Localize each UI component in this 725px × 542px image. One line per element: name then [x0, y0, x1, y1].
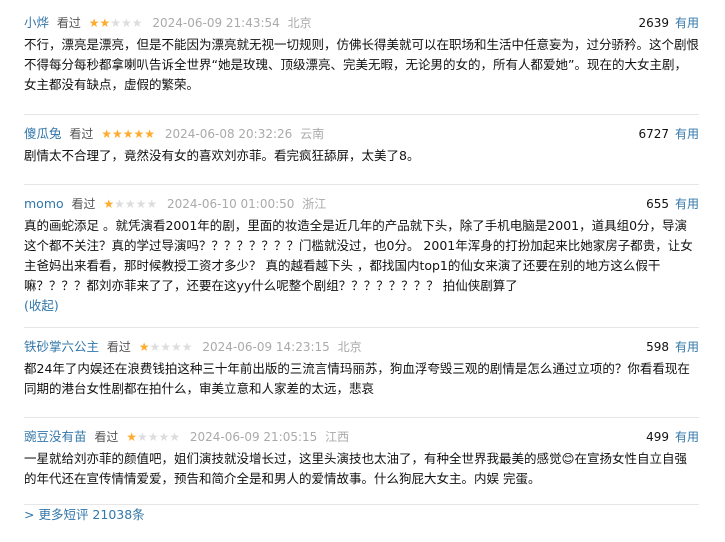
review-content: 真的画蛇添足 。就凭演看2001年的剧，里面的妆造全是近几年的产品就下头，除了手…: [24, 218, 693, 293]
star-empty-icon: ★: [169, 430, 181, 444]
review-meta: momo 看过 ★★★★★ 2024-06-10 01:00:50 浙江 655…: [24, 195, 699, 213]
review-meta: 傻瓜兔 看过 ★★★★★ 2024-06-08 20:32:26 云南 6727…: [24, 125, 699, 143]
vote-area: 6727 有用: [638, 125, 699, 143]
reviewer-name[interactable]: 豌豆没有苗: [24, 429, 87, 444]
review-location: 北京: [287, 16, 312, 30]
star-empty-icon: ★: [131, 16, 143, 30]
star-filled-icon: ★: [101, 127, 112, 141]
watched-label: 看过: [56, 16, 81, 30]
vote-area: 499 有用: [646, 428, 699, 446]
review-item: 小烨 看过 ★★★★★ 2024-06-09 21:43:54 北京 2639 有…: [24, 0, 699, 115]
review-item: 铁砂掌六公主 看过 ★★★★★ 2024-06-09 14:23:15 北京 5…: [24, 328, 699, 418]
star-filled-icon: ★: [133, 127, 145, 141]
star-empty-icon: ★: [160, 340, 171, 354]
watched-label: 看过: [94, 430, 119, 444]
star-filled-icon: ★: [88, 16, 100, 30]
rating-stars: ★★★★★: [89, 14, 143, 32]
review-meta: 铁砂掌六公主 看过 ★★★★★ 2024-06-09 14:23:15 北京 5…: [24, 338, 699, 356]
review-time: 2024-06-10 01:00:50: [166, 197, 295, 211]
review-time: 2024-06-09 14:23:15: [202, 340, 330, 354]
review-location: 北京: [337, 340, 362, 354]
star-filled-icon: ★: [103, 197, 115, 211]
star-empty-icon: ★: [110, 16, 121, 30]
review-content: 剧情太不合理了，竟然没有女的喜欢刘亦菲。看完疯狂舔屏，太美了8。: [24, 148, 420, 163]
rating-stars: ★★★★★: [101, 125, 155, 143]
rating-stars: ★★★★★: [139, 338, 193, 356]
star-empty-icon: ★: [170, 340, 182, 354]
review-content: 不行，漂亮是漂亮，但是不能因为漂亮就无视一切规则，仿佛长得美就可以在职场和生活中…: [24, 37, 700, 92]
vote-count: 2639: [638, 16, 669, 30]
star-filled-icon: ★: [138, 340, 150, 354]
review-content: 都24年了内娱还在浪费钱拍这种三十年前出版的三流言情玛丽苏，狗血浮夸毁三观的剧情…: [24, 361, 690, 396]
star-empty-icon: ★: [181, 340, 193, 354]
useful-button[interactable]: 有用: [675, 127, 699, 141]
review-item: 傻瓜兔 看过 ★★★★★ 2024-06-08 20:32:26 云南 6727…: [24, 115, 699, 185]
review-meta: 豌豆没有苗 看过 ★★★★★ 2024-06-09 21:05:15 江西 49…: [24, 428, 699, 446]
review-item: momo 看过 ★★★★★ 2024-06-10 01:00:50 浙江 655…: [24, 185, 699, 328]
useful-button[interactable]: 有用: [675, 430, 699, 444]
review-time: 2024-06-09 21:05:15: [189, 430, 318, 444]
review-location: 云南: [300, 127, 325, 141]
star-empty-icon: ★: [149, 340, 161, 354]
star-empty-icon: ★: [158, 430, 170, 444]
vote-count: 6727: [638, 127, 669, 141]
star-filled-icon: ★: [99, 16, 111, 30]
reviewer-name[interactable]: 傻瓜兔: [24, 126, 62, 141]
star-empty-icon: ★: [120, 16, 132, 30]
short-reviews-panel: 小烨 看过 ★★★★★ 2024-06-09 21:43:54 北京 2639 有…: [0, 0, 725, 542]
star-empty-icon: ★: [146, 197, 158, 211]
watched-label: 看过: [71, 197, 96, 211]
star-filled-icon: ★: [144, 127, 156, 141]
star-empty-icon: ★: [114, 197, 125, 211]
reviewer-name[interactable]: momo: [24, 196, 64, 211]
useful-button[interactable]: 有用: [675, 16, 699, 30]
star-filled-icon: ★: [122, 127, 134, 141]
vote-area: 598 有用: [646, 338, 699, 356]
more-reviews-link[interactable]: > 更多短评 21038条: [24, 504, 145, 523]
useful-button[interactable]: 有用: [675, 197, 699, 211]
review-location: 浙江: [302, 197, 327, 211]
review-meta: 小烨 看过 ★★★★★ 2024-06-09 21:43:54 北京 2639 有…: [24, 14, 699, 32]
star-empty-icon: ★: [136, 430, 148, 444]
vote-count: 499: [646, 430, 669, 444]
collapse-link[interactable]: (收起): [24, 296, 699, 316]
star-empty-icon: ★: [124, 197, 136, 211]
review-item: 豌豆没有苗 看过 ★★★★★ 2024-06-09 21:05:15 江西 49…: [24, 418, 699, 505]
rating-stars: ★★★★★: [103, 195, 157, 213]
useful-button[interactable]: 有用: [675, 340, 699, 354]
review-location: 江西: [325, 430, 350, 444]
star-empty-icon: ★: [147, 430, 159, 444]
star-empty-icon: ★: [135, 197, 147, 211]
watched-label: 看过: [106, 340, 131, 354]
review-time: 2024-06-08 20:32:26: [164, 127, 293, 141]
vote-count: 655: [646, 197, 669, 211]
reviewer-name[interactable]: 铁砂掌六公主: [24, 339, 99, 354]
star-filled-icon: ★: [126, 430, 137, 444]
rating-stars: ★★★★★: [126, 428, 180, 446]
star-filled-icon: ★: [111, 127, 123, 141]
reviewer-name[interactable]: 小烨: [24, 15, 49, 30]
review-time: 2024-06-09 21:43:54: [152, 16, 280, 30]
vote-area: 2639 有用: [638, 14, 699, 32]
vote-count: 598: [646, 340, 669, 354]
review-content: 一星就给刘亦菲的颜值吧，姐们演技就没增长过，这里头演技也太油了，有种全世界我最美…: [24, 451, 688, 486]
watched-label: 看过: [69, 127, 94, 141]
vote-area: 655 有用: [646, 195, 699, 213]
